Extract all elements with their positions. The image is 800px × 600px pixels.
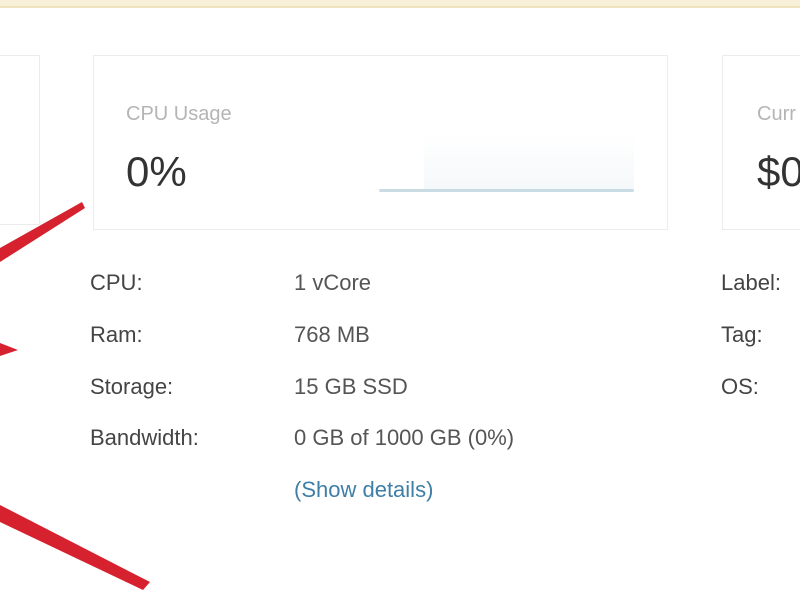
annotation-line-bottom (0, 505, 150, 590)
cpu-usage-value: 0% (126, 148, 187, 195)
meta-label-label: Label: (721, 270, 781, 295)
show-details-link[interactable]: (Show details) (294, 477, 433, 503)
spec-value-cpu: 1 vCore (294, 270, 372, 295)
top-notice-banner (0, 0, 800, 8)
cpu-usage-card: CPU Usage 0% (93, 55, 668, 230)
cpu-usage-label: CPU Usage (126, 103, 232, 125)
meta-label-os: OS: (721, 374, 759, 399)
current-charges-value: $0 (757, 148, 800, 195)
spec-label-ram: Ram: (90, 322, 143, 347)
spec-label-storage: Storage: (90, 374, 174, 399)
cpu-usage-sparkline (379, 189, 634, 192)
cpu-usage-graph-area (424, 134, 634, 189)
current-charges-card: Curr $0 (722, 55, 800, 230)
spec-label-cpu: CPU: (90, 270, 143, 295)
current-charges-label: Curr (757, 103, 796, 125)
spec-label-bandwidth: Bandwidth: (90, 425, 199, 450)
spec-value-storage: 15 GB SSD (294, 374, 408, 399)
spec-value-bandwidth: 0 GB of 1000 GB (0%) (294, 425, 515, 450)
meta-label-tag: Tag: (721, 322, 763, 347)
spec-value-ram: 768 MB (294, 322, 370, 347)
left-summary-card (0, 55, 40, 225)
annotation-line-middle (0, 343, 18, 356)
